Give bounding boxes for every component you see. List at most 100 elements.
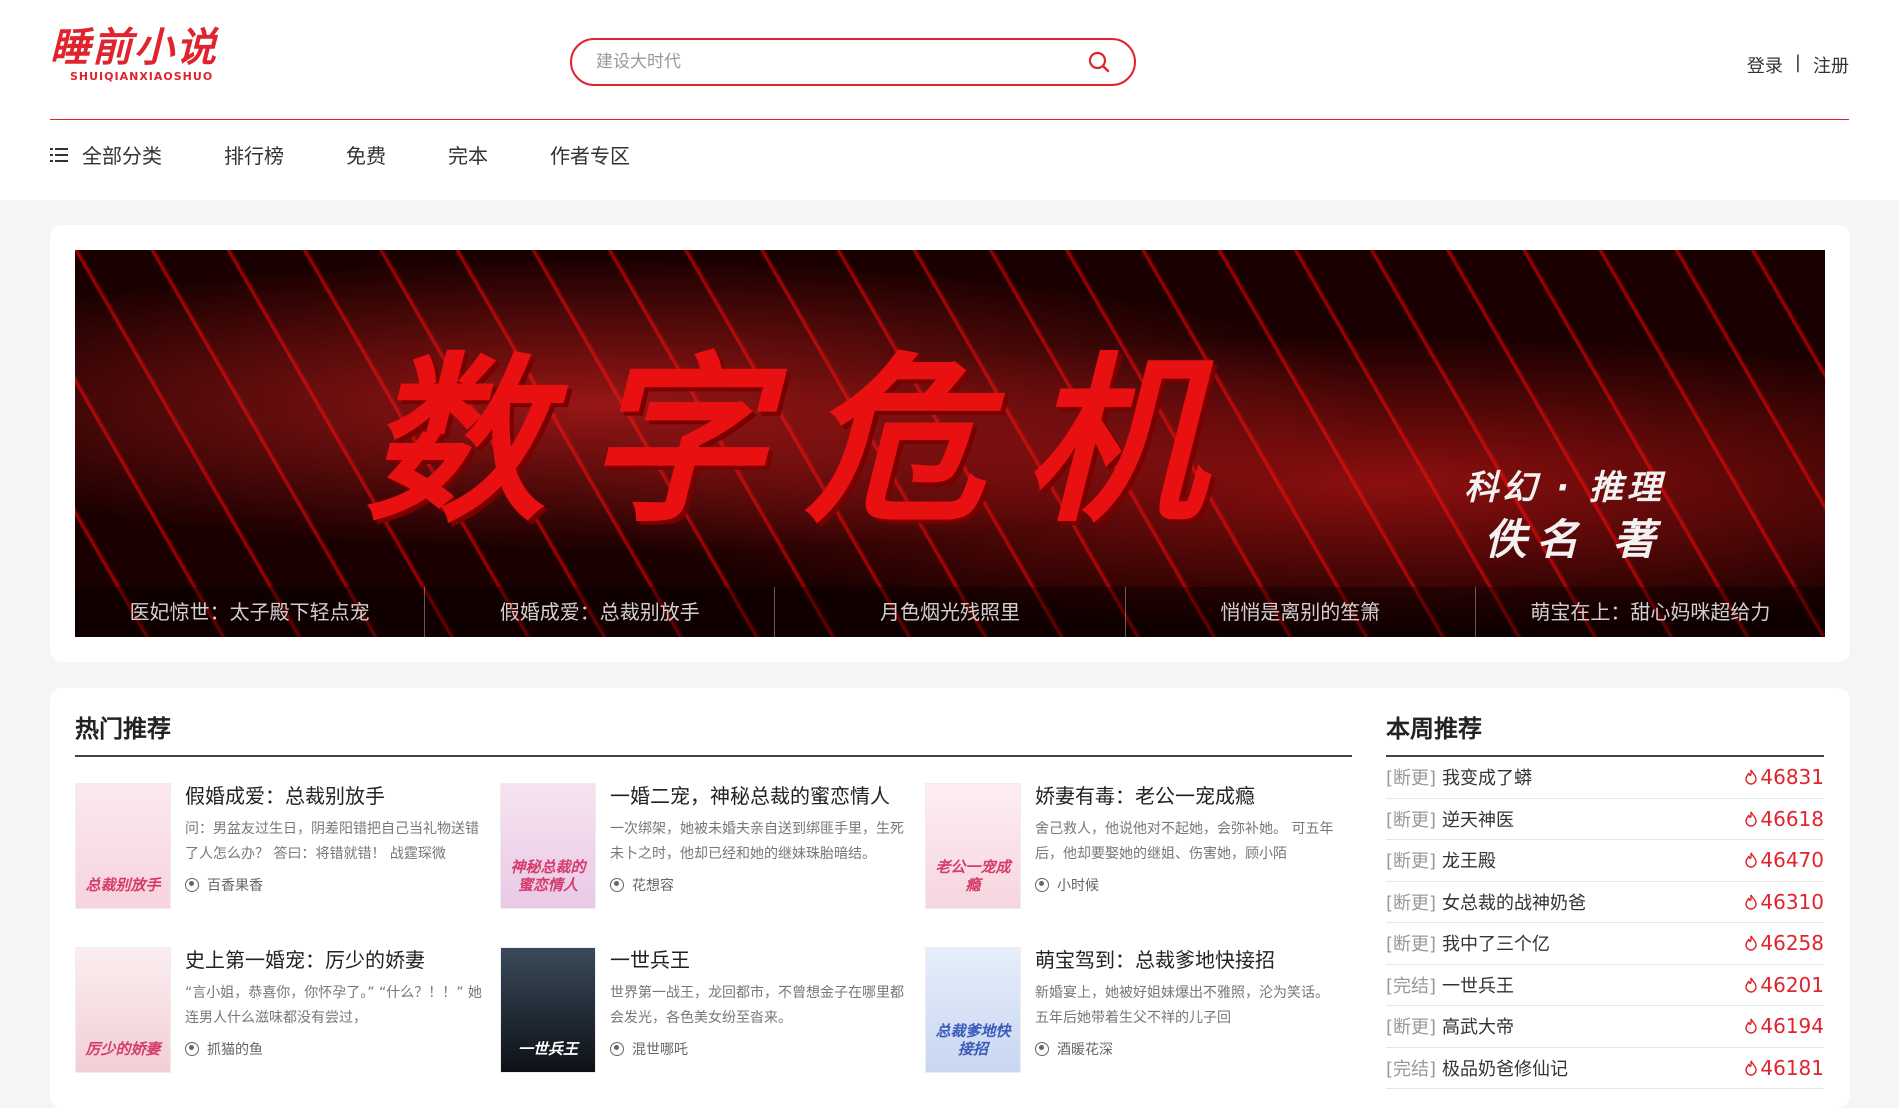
book-author: 小时候 — [1035, 875, 1335, 895]
rank-count-value: 46618 — [1760, 806, 1824, 831]
book-desc: 舍己救人，他说他对不起她，会弥补她。 可五年后，他却要娶她的继姐、伤害她，顾小陌 — [1035, 821, 1334, 862]
book-cover[interactable]: 总裁爹地快接招 — [925, 947, 1021, 1073]
fire-icon — [1745, 935, 1758, 951]
book-title[interactable]: 一婚二宠，神秘总裁的蜜恋情人 — [610, 783, 910, 809]
book-title[interactable]: 萌宝驾到：总裁爹地快接招 — [1035, 947, 1335, 973]
rank-item[interactable]: [断更] 女总裁的战神奶爸 46310 — [1386, 882, 1824, 923]
rank-count-value: 46194 — [1760, 1014, 1824, 1039]
rank-book-name: 女总裁的战神奶爸 — [1442, 892, 1587, 914]
rank-count: 46618 — [1744, 807, 1824, 831]
rank-book-name: 龙王殿 — [1442, 851, 1497, 873]
book-cover[interactable]: 总裁别放手 — [75, 783, 171, 909]
author-name: 抓猫的鱼 — [207, 1042, 263, 1058]
book-card: 神秘总裁的蜜恋情人 一婚二宠，神秘总裁的蜜恋情人 一次绑架，她被未婚夫亲自送到绑… — [500, 783, 925, 909]
book-card: 总裁爹地快接招 萌宝驾到：总裁爹地快接招 新婚宴上，她被好姐妹爆出不雅照，沦为笑… — [925, 947, 1350, 1073]
banner-tab[interactable]: 萌宝在上：甜心妈咪超给力 — [1476, 587, 1825, 637]
fire-icon — [1745, 852, 1758, 868]
book-cover[interactable]: 一世兵王 — [500, 947, 596, 1073]
search-box — [570, 38, 1136, 86]
book-desc: “言小姐，恭喜你，你怀孕了。” “什么？！！” 她连男人什么滋味都没有尝过， — [185, 985, 482, 1026]
banner-carousel[interactable]: 数字危机 科幻 · 推理 佚名 著 医妃惊世：太子殿下轻点宠 假婚成爱：总裁别放… — [75, 250, 1825, 637]
rank-count-value: 46470 — [1760, 848, 1824, 873]
rank-book-name: 一世兵王 — [1442, 975, 1515, 997]
rank-status: [断更] — [1386, 768, 1437, 790]
banner-author: 佚名 著 — [1484, 515, 1665, 564]
book-title[interactable]: 史上第一婚宠：厉少的娇妻 — [185, 947, 485, 973]
search-input[interactable] — [596, 50, 1056, 74]
rank-book-name: 我中了三个亿 — [1442, 934, 1551, 956]
rank-count: 46470 — [1744, 848, 1824, 872]
book-author: 混世哪吒 — [610, 1039, 910, 1059]
rank-count-value: 46258 — [1760, 931, 1824, 956]
nav-completed[interactable]: 完本 — [448, 140, 488, 169]
book-card: 总裁别放手 假婚成爱：总裁别放手 问：男盆友过生日，阴差阳错把自己当礼物送错了人… — [75, 783, 500, 909]
rank-item[interactable]: [断更] 龙王殿 46470 — [1386, 840, 1824, 882]
site-header: 睡前小说 SHUIQIANXIAOSHUO 登录 | 注册 全部分类 排行榜 免… — [0, 0, 1899, 200]
search-icon[interactable] — [1088, 51, 1110, 73]
rank-item[interactable]: [断更] 我中了三个亿 46258 — [1386, 923, 1824, 965]
cover-title: 总裁别放手 — [85, 876, 161, 894]
author-name: 花想容 — [632, 878, 674, 894]
rank-item[interactable]: [断更] 我变成了蟒 46831 — [1386, 757, 1824, 799]
user-icon — [185, 1042, 199, 1056]
book-title[interactable]: 一世兵王 — [610, 947, 910, 973]
rank-item[interactable]: [断更] 逆天神医 46618 — [1386, 799, 1824, 840]
book-cover[interactable]: 神秘总裁的蜜恋情人 — [500, 783, 596, 909]
auth-links: 登录 | 注册 — [1747, 52, 1849, 78]
book-cover[interactable]: 厉少的娇妻 — [75, 947, 171, 1073]
banner-tab[interactable]: 假婚成爱：总裁别放手 — [425, 587, 776, 637]
main-nav: 全部分类 排行榜 免费 完本 作者专区 — [50, 140, 692, 169]
nav-all-categories[interactable]: 全部分类 — [50, 140, 162, 169]
rank-count: 46181 — [1744, 1056, 1824, 1080]
banner-tab[interactable]: 医妃惊世：太子殿下轻点宠 — [75, 587, 426, 637]
fire-icon — [1745, 811, 1758, 827]
book-grid: 总裁别放手 假婚成爱：总裁别放手 问：男盆友过生日，阴差阳错把自己当礼物送错了人… — [75, 783, 1352, 1073]
rank-book-name: 逆天神医 — [1442, 809, 1515, 831]
rank-count-value: 46831 — [1760, 765, 1824, 790]
banner-genre: 科幻 · 推理 — [1464, 468, 1665, 508]
rank-count: 46831 — [1744, 765, 1824, 789]
weekly-recommend-section: 本周推荐 [断更] 我变成了蟒 46831 [断更] 逆天神医 46618 [断更] 龙王… — [1386, 713, 1824, 1089]
header-top: 睡前小说 SHUIQIANXIAOSHUO 登录 | 注册 — [50, 0, 1849, 120]
rank-status: [完结] — [1386, 975, 1437, 997]
register-link[interactable]: 注册 — [1813, 52, 1849, 78]
rank-status: [断更] — [1386, 892, 1437, 914]
rank-status: [断更] — [1386, 809, 1437, 831]
book-cover[interactable]: 老公一宠成瘾 — [925, 783, 1021, 909]
rank-item[interactable]: [完结] 一世兵王 46201 — [1386, 965, 1824, 1006]
user-icon — [610, 878, 624, 892]
user-icon — [610, 1042, 624, 1056]
book-desc: 问：男盆友过生日，阴差阳错把自己当礼物送错了人怎么办？ 答曰：将错就错！ 战霆琛… — [185, 821, 479, 862]
rank-count: 46310 — [1744, 890, 1824, 914]
content-card: 热门推荐 总裁别放手 假婚成爱：总裁别放手 问：男盆友过生日，阴差阳错把自己当礼… — [50, 688, 1850, 1108]
banner-tab[interactable]: 月色烟光残照里 — [775, 587, 1126, 637]
banner-card: 数字危机 科幻 · 推理 佚名 著 医妃惊世：太子殿下轻点宠 假婚成爱：总裁别放… — [50, 225, 1850, 662]
rank-item[interactable]: [断更] 高武大帝 46194 — [1386, 1006, 1824, 1048]
cover-title: 厉少的娇妻 — [85, 1040, 161, 1058]
nav-free[interactable]: 免费 — [346, 140, 386, 169]
nav-ranking[interactable]: 排行榜 — [224, 140, 284, 169]
rank-status: [断更] — [1386, 934, 1437, 956]
rank-status: [断更] — [1386, 851, 1437, 873]
rank-list: [断更] 我变成了蟒 46831 [断更] 逆天神医 46618 [断更] 龙王殿 4647… — [1386, 757, 1824, 1089]
fire-icon — [1745, 977, 1758, 993]
book-desc: 世界第一战王，龙回都市，不曾想金子在哪里都会发光，各色美女纷至沓来。 — [610, 985, 904, 1026]
site-logo[interactable]: 睡前小说 SHUIQIANXIAOSHUO — [50, 24, 230, 90]
book-author: 抓猫的鱼 — [185, 1039, 485, 1059]
banner-tab[interactable]: 悄悄是离别的笙箫 — [1126, 587, 1476, 637]
rank-item[interactable]: [完结] 极品奶爸修仙记 46181 — [1386, 1048, 1824, 1089]
section-title: 热门推荐 — [75, 713, 1352, 757]
fire-icon — [1745, 1018, 1758, 1034]
book-title[interactable]: 娇妻有毒：老公一宠成瘾 — [1035, 783, 1335, 809]
nav-author-zone[interactable]: 作者专区 — [550, 140, 630, 169]
fire-icon — [1745, 1060, 1758, 1076]
rank-count: 46194 — [1744, 1014, 1824, 1038]
book-title[interactable]: 假婚成爱：总裁别放手 — [185, 783, 485, 809]
rank-status: [完结] — [1386, 1058, 1437, 1080]
banner-tabs: 医妃惊世：太子殿下轻点宠 假婚成爱：总裁别放手 月色烟光残照里 悄悄是离别的笙箫… — [75, 587, 1825, 637]
banner-title: 数字危机 — [365, 338, 1246, 547]
login-link[interactable]: 登录 — [1747, 52, 1783, 78]
rank-count-value: 46201 — [1760, 972, 1824, 997]
user-icon — [1035, 878, 1049, 892]
cover-title: 总裁爹地快接招 — [935, 1022, 1011, 1058]
